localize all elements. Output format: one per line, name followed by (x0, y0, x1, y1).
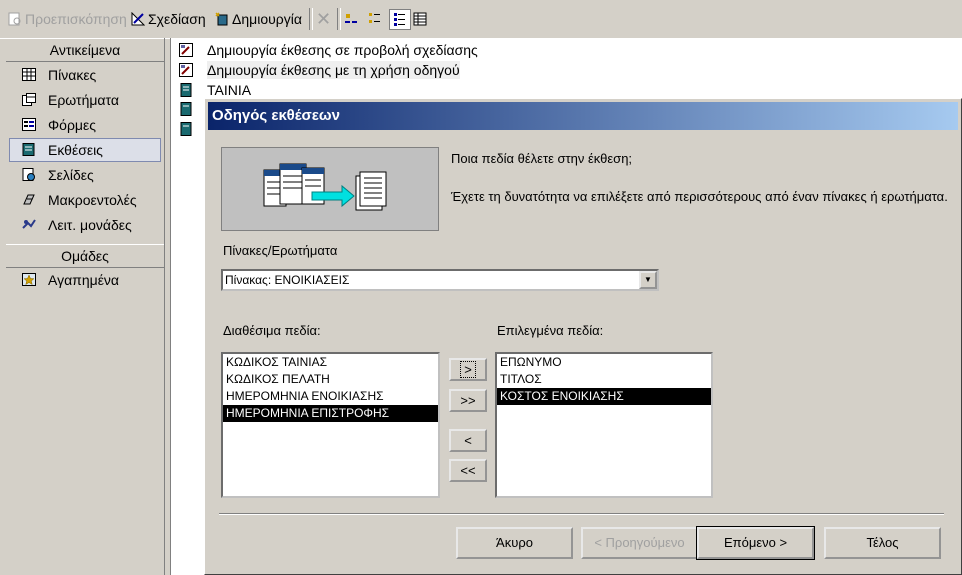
fields-to-report-icon (263, 163, 387, 211)
form-icon (22, 118, 36, 131)
sidebar-item-pages[interactable]: Σελίδες (10, 164, 160, 186)
available-fields-label: Διαθέσιμα πεδία: (223, 323, 321, 338)
small-icons-button[interactable] (368, 8, 385, 30)
list-item[interactable]: ΤΙΤΛΟΣ (497, 371, 711, 388)
add-all-fields-button[interactable]: >> (449, 389, 487, 412)
toolbar-separator (337, 8, 341, 30)
available-fields-list[interactable]: ΚΩΔΙΚΟΣ ΤΑΙΝΙΑΣ ΚΩΔΙΚΟΣ ΠΕΛΑΤΗ ΗΜΕΡΟΜΗΝΙ… (221, 352, 440, 498)
selected-fields-list[interactable]: ΕΠΩΝΥΜΟ ΤΙΤΛΟΣ ΚΟΣΤΟΣ ΕΝΟΙΚΙΑΣΗΣ (495, 352, 713, 498)
objects-panel: Αντικείμενα Πίνακες Ερωτήματα Φόρμες Εκθ… (6, 38, 165, 575)
small-icons-icon (369, 13, 380, 23)
sidebar-item-favorites[interactable]: Αγαπημένα (10, 269, 160, 291)
sidebar-item-label: Πίνακες (48, 67, 97, 83)
sidebar-item-label: Φόρμες (48, 117, 96, 133)
sidebar-item-queries[interactable]: Ερωτήματα (10, 89, 160, 111)
tables-queries-value: Πίνακας: ΕΝΟΙΚΙΑΣΕΙΣ (225, 273, 350, 287)
favorites-icon (22, 273, 36, 286)
chevron-down-icon: ▼ (644, 275, 652, 284)
design-icon (131, 12, 145, 26)
sidebar-item-label: Μακροεντολές (48, 192, 137, 208)
delete-button[interactable]: ✕ (316, 8, 331, 30)
macro-icon (23, 194, 35, 205)
list-item[interactable]: ΗΜΕΡΟΜΗΝΙΑ ΕΝΟΙΚΙΑΣΗΣ (223, 388, 438, 405)
selected-fields-label: Επιλεγμένα πεδία: (497, 323, 604, 338)
report-icon (180, 122, 192, 136)
cancel-label: Άκυρο (496, 535, 533, 550)
create-label: Δημιουργία (232, 11, 302, 27)
details-view-button[interactable] (413, 8, 430, 30)
objects-header[interactable]: Αντικείμενα (6, 38, 164, 62)
preview-button[interactable]: Προεπισκόπηση (8, 8, 127, 30)
wizard-illustration (221, 147, 439, 231)
sidebar-item-tables[interactable]: Πίνακες (10, 64, 160, 86)
finish-button[interactable]: Τέλος (824, 527, 941, 559)
query-icon (22, 93, 36, 106)
create-button[interactable]: Δημιουργία (215, 8, 302, 30)
list-item[interactable]: ΗΜΕΡΟΜΗΝΙΑ ΕΠΙΣΤΡΟΦΗΣ (223, 405, 438, 422)
list-item[interactable]: ΚΩΔΙΚΟΣ ΠΕΛΑΤΗ (223, 371, 438, 388)
sidebar-item-label: Σελίδες (48, 167, 94, 183)
dropdown-button[interactable]: ▼ (639, 271, 657, 289)
large-icons-icon (345, 14, 357, 23)
delete-icon: ✕ (316, 9, 332, 29)
tables-queries-label: Πίνακες/Ερωτήματα (223, 243, 338, 258)
sidebar-item-label: Ερωτήματα (48, 92, 119, 108)
report-icon (22, 143, 35, 156)
list-item[interactable]: ΕΠΩΝΥΜΟ (497, 354, 711, 371)
sidebar-item-reports[interactable]: Εκθέσεις (9, 138, 161, 162)
wizard-icon (179, 63, 193, 77)
remove-field-label: < (464, 433, 472, 448)
list-view-button[interactable] (389, 9, 411, 30)
cancel-button[interactable]: Άκυρο (456, 527, 573, 559)
add-field-label: > (460, 361, 476, 378)
remove-all-fields-button[interactable]: << (449, 459, 487, 482)
next-button[interactable]: Επόμενο > (696, 526, 815, 560)
table-icon (22, 68, 36, 81)
list-view-icon (394, 13, 405, 26)
create-icon (215, 12, 228, 26)
sidebar-item-modules[interactable]: Λειτ. μονάδες (10, 214, 160, 236)
wizard-icon (179, 43, 193, 57)
tables-queries-select[interactable]: Πίνακας: ΕΝΟΙΚΙΑΣΕΙΣ ▼ (221, 269, 659, 291)
list-item[interactable]: ΚΩΔΙΚΟΣ ΤΑΙΝΙΑΣ (223, 354, 438, 371)
groups-header[interactable]: Ομάδες (6, 244, 164, 268)
list-item-label: Δημιουργία έκθεσης με τη χρήση οδηγού (207, 61, 460, 79)
add-field-button[interactable]: > (449, 358, 487, 381)
add-all-label: >> (460, 393, 476, 408)
page-icon (22, 168, 35, 181)
next-label: Επόμενο > (723, 535, 788, 550)
design-label: Σχεδίαση (148, 11, 206, 27)
module-icon (22, 219, 36, 229)
list-item-label: Δημιουργία έκθεσης σε προβολή σχεδίασης (207, 42, 478, 58)
dialog-title[interactable]: Οδηγός εκθέσεων (208, 102, 958, 130)
list-item-label: ΤΑΙΝΙΑ (207, 82, 252, 98)
sidebar-item-macros[interactable]: Μακροεντολές (10, 189, 160, 211)
sidebar-item-label: Αγαπημένα (48, 272, 120, 288)
details-view-icon (413, 12, 427, 26)
remove-field-button[interactable]: < (449, 429, 487, 452)
list-item[interactable]: ΚΟΣΤΟΣ ΕΝΟΙΚΙΑΣΗΣ (497, 388, 711, 405)
toolbar-separator (309, 8, 313, 30)
report-icon (180, 83, 192, 97)
back-label: < Προηγούμενο (594, 535, 685, 550)
report-wizard-dialog: Οδηγός εκθέσεων Ποια πεδία θέλετε στην έ… (204, 98, 962, 575)
dialog-divider (219, 513, 944, 515)
sidebar-item-label: Λειτ. μονάδες (48, 217, 132, 233)
toolbar: Προεπισκόπηση Σχεδίαση Δημιουργία ✕ (0, 0, 962, 39)
back-button[interactable]: < Προηγούμενο (581, 527, 698, 559)
remove-all-label: << (460, 463, 476, 478)
preview-icon (8, 12, 21, 26)
finish-label: Τέλος (866, 535, 899, 550)
preview-label: Προεπισκόπηση (25, 11, 127, 27)
wizard-hint: Έχετε τη δυνατότητα να επιλέξετε από περ… (451, 189, 948, 204)
report-icon (180, 102, 192, 116)
design-button[interactable]: Σχεδίαση (131, 8, 206, 30)
large-icons-button[interactable] (344, 8, 361, 30)
wizard-question: Ποια πεδία θέλετε στην έκθεση; (451, 151, 633, 166)
sidebar-item-label: Εκθέσεις (48, 142, 103, 158)
sidebar-item-forms[interactable]: Φόρμες (10, 114, 160, 136)
